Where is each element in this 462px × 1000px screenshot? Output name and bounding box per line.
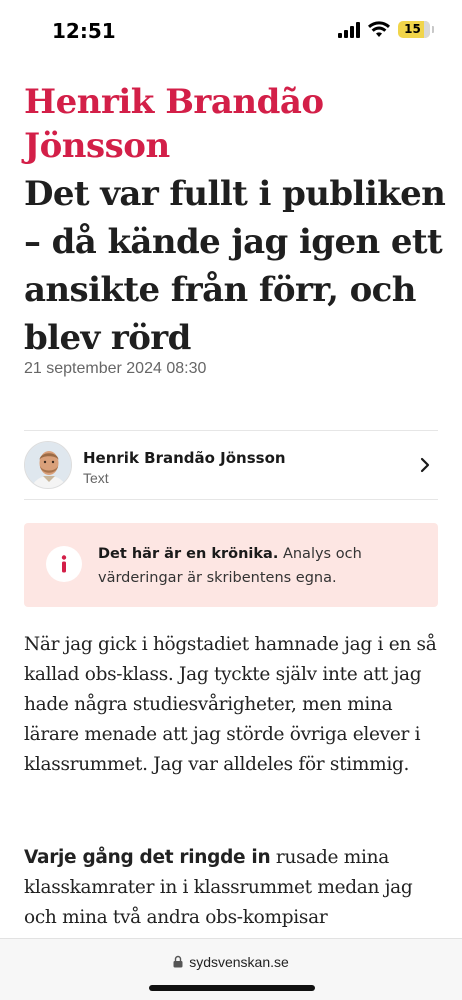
browser-address-bar[interactable]: sydsvenskan.se [0, 938, 462, 1000]
wifi-icon [368, 21, 390, 37]
paragraph-lead-in: Varje gång det ringde in [24, 847, 271, 868]
info-icon [46, 546, 82, 582]
url-text: sydsvenskan.se [189, 953, 289, 970]
author-portrait-icon [25, 442, 71, 488]
chevron-right-icon[interactable] [418, 455, 432, 475]
body-paragraph-2: Varje gång det ringde in rusade mina kla… [24, 843, 444, 933]
byline-role: Text [83, 470, 109, 486]
author-heading[interactable]: Henrik Brandão Jönsson [24, 80, 444, 168]
byline-author-name: Henrik Brandão Jönsson [83, 449, 286, 467]
notice-text: Det här är en krönika. Analys och värder… [98, 542, 418, 590]
author-avatar [24, 441, 72, 489]
notice-bold: Det här är en krönika. [98, 546, 279, 562]
battery-icon: 15 [398, 21, 430, 38]
status-time: 12:51 [52, 19, 116, 43]
lock-icon [173, 956, 183, 968]
status-bar: 12:51 15 [0, 0, 462, 62]
publish-date: 21 september 2024 08:30 [24, 360, 207, 377]
battery-level: 15 [404, 22, 421, 36]
battery-tip [432, 26, 434, 33]
url-field[interactable]: sydsvenskan.se [0, 953, 462, 971]
article-title: Det var fullt i publiken – då kände jag … [24, 174, 446, 358]
opinion-notice: Det här är en krönika. Analys och värder… [24, 523, 438, 607]
byline-card[interactable]: Henrik Brandão Jönsson Text [24, 430, 438, 500]
cellular-signal-icon [338, 22, 360, 38]
home-indicator[interactable] [149, 985, 315, 991]
body-paragraph-1: När jag gick i högstadiet hamnade jag i … [24, 634, 437, 775]
